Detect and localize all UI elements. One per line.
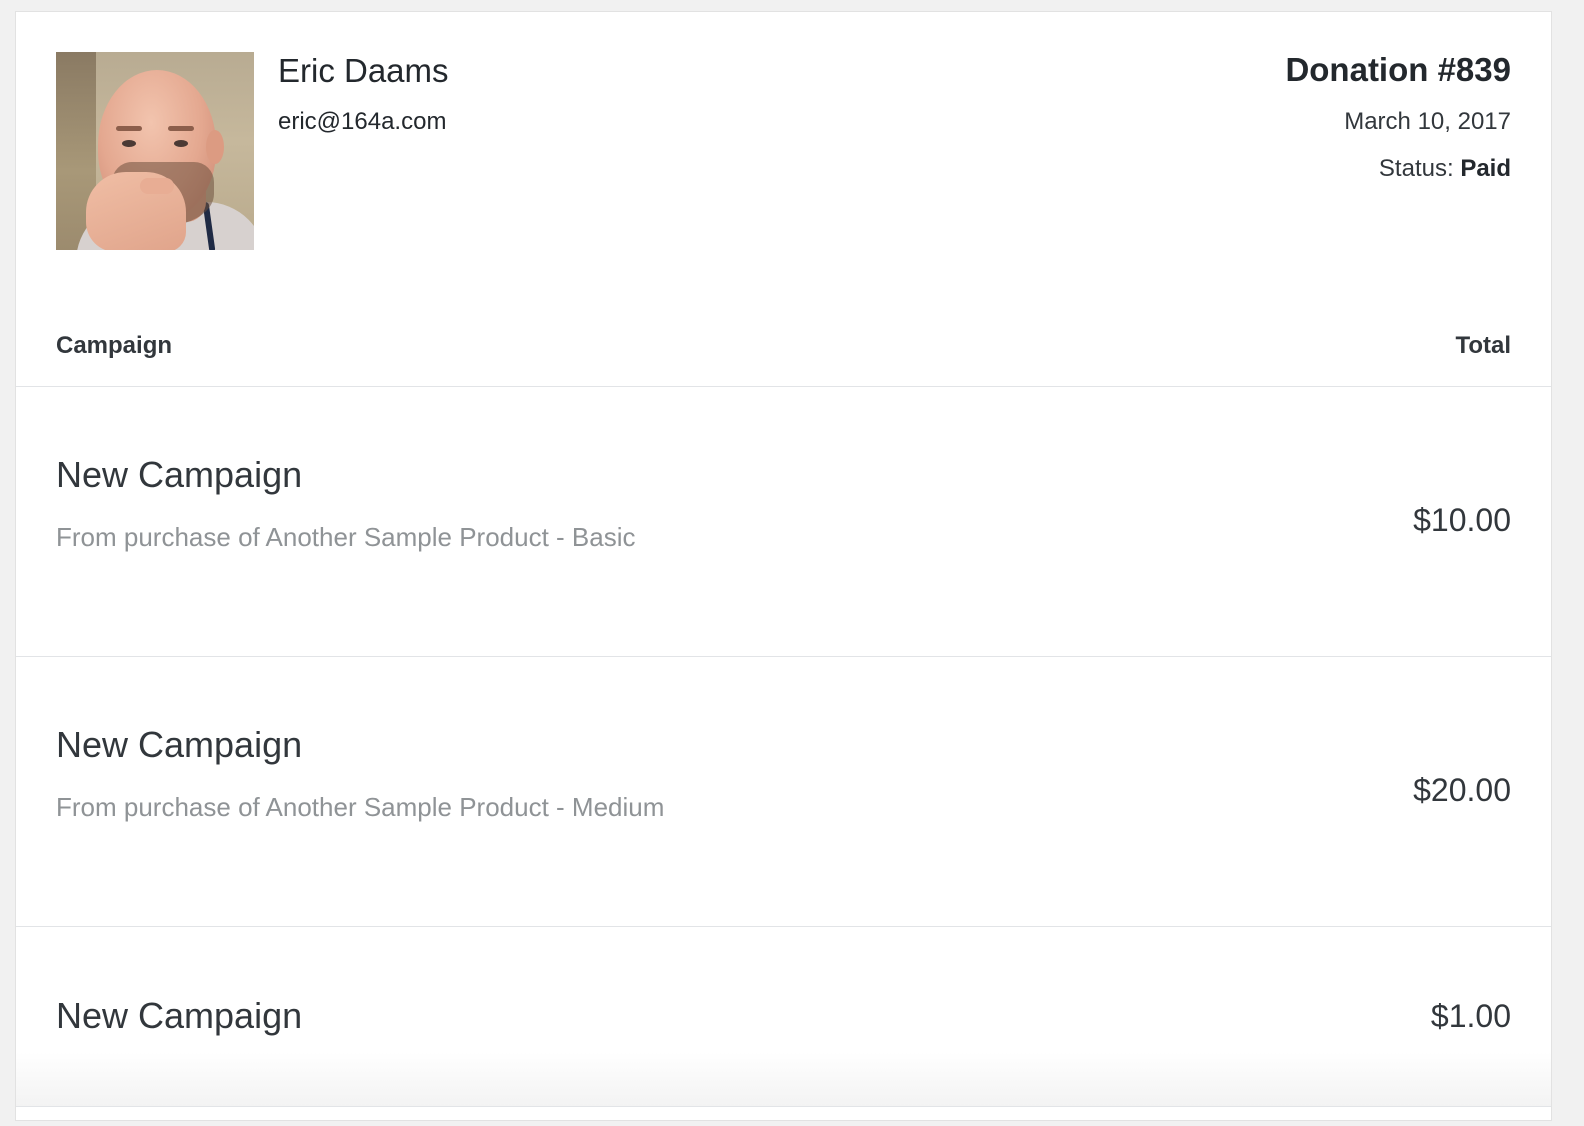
campaign-name: New Campaign xyxy=(56,724,303,765)
avatar-brow-left xyxy=(116,126,142,131)
avatar-eye-right xyxy=(174,140,188,147)
status-value: Paid xyxy=(1460,155,1511,182)
donation-title: Donation #839 xyxy=(1285,51,1511,88)
avatar-eye-left xyxy=(122,140,136,147)
donation-amount: $20.00 xyxy=(1413,772,1511,808)
donation-status: Status: Paid xyxy=(1379,155,1511,183)
avatar-finger xyxy=(140,178,174,194)
column-header-campaign: Campaign xyxy=(56,332,173,359)
column-header-total: Total xyxy=(1455,332,1511,359)
table-header: Campaign Total xyxy=(16,308,1551,387)
campaign-name: New Campaign xyxy=(56,454,303,495)
table-row: New Campaign $1.00 xyxy=(16,927,1551,1107)
donation-amount: $1.00 xyxy=(1430,998,1511,1034)
avatar-ear xyxy=(206,130,224,164)
campaign-detail: From purchase of Another Sample Product … xyxy=(56,792,665,822)
customer-avatar xyxy=(56,52,254,250)
campaign-name: New Campaign xyxy=(56,995,303,1036)
status-label: Status: xyxy=(1378,155,1454,182)
customer-name: Eric Daams xyxy=(278,52,449,89)
table-row: New Campaign From purchase of Another Sa… xyxy=(16,657,1551,927)
donation-lines: New Campaign From purchase of Another Sa… xyxy=(16,387,1551,1107)
donation-amount: $10.00 xyxy=(1413,502,1511,538)
donation-date: March 10, 2017 xyxy=(1344,108,1511,135)
customer-email: eric@164a.com xyxy=(278,108,447,135)
campaign-detail: From purchase of Another Sample Product … xyxy=(56,522,636,552)
avatar-brow-right xyxy=(168,126,194,131)
table-row: New Campaign From purchase of Another Sa… xyxy=(16,387,1551,657)
donation-panel: Eric Daams eric@164a.com Donation #839 M… xyxy=(15,11,1552,1121)
